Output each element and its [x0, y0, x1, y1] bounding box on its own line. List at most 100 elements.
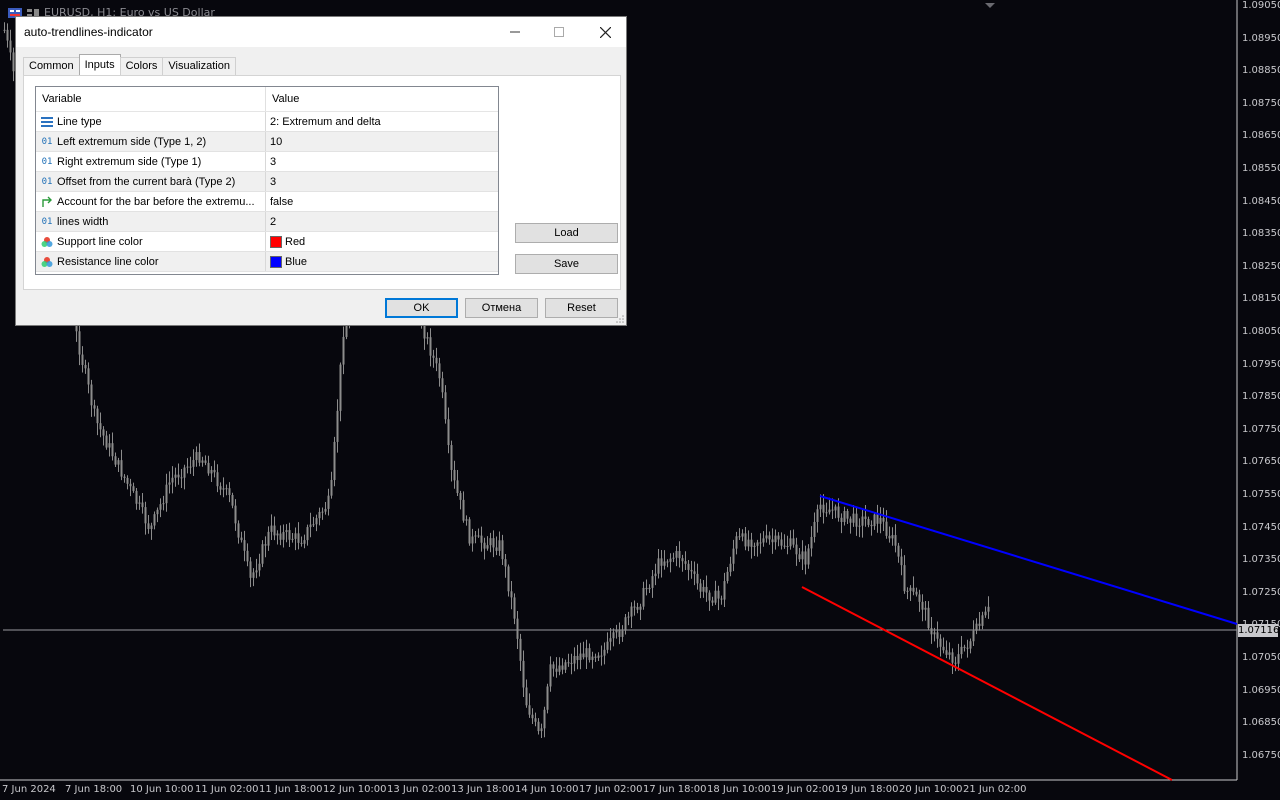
value-cell[interactable]: 2	[266, 212, 498, 231]
variable-name: Line type	[57, 115, 102, 128]
candle-body	[564, 662, 567, 670]
candle-body	[117, 460, 120, 465]
candle-body	[909, 587, 912, 591]
candle-body	[225, 488, 228, 490]
candle-body	[684, 561, 687, 564]
value-text: 2: Extremum and delta	[270, 115, 381, 128]
candle-body	[126, 477, 129, 484]
candle-body	[753, 545, 756, 547]
candle-body	[666, 561, 669, 563]
candle-body	[651, 576, 654, 588]
table-row[interactable]: Resistance line color Blue	[36, 252, 498, 272]
candle-body	[717, 590, 720, 599]
candle-body	[510, 591, 513, 598]
candle-body	[549, 664, 552, 687]
candle-body	[807, 548, 810, 565]
candle-body	[927, 607, 930, 629]
dialog-titlebar[interactable]: auto-trendlines-indicator	[16, 17, 626, 47]
candle-body	[849, 518, 852, 523]
resize-grip-icon[interactable]	[616, 315, 624, 323]
value-cell[interactable]: false	[266, 192, 498, 211]
tab-visualization[interactable]: Visualization	[162, 57, 236, 75]
save-button[interactable]: Save	[515, 254, 618, 274]
candle-body	[147, 523, 150, 530]
candle-body	[561, 665, 564, 670]
color-icon	[40, 255, 54, 269]
load-button[interactable]: Load	[515, 223, 618, 243]
value-cell[interactable]: 2: Extremum and delta	[266, 112, 498, 131]
candle-body	[174, 474, 177, 478]
candle-body	[714, 590, 717, 603]
value-cell[interactable]: 3	[266, 152, 498, 171]
table-row[interactable]: 01 lines width 2	[36, 212, 498, 232]
value-text: 2	[270, 215, 277, 228]
candle-body	[255, 570, 258, 573]
value-cell[interactable]: 10	[266, 132, 498, 151]
table-row[interactable]: 01 Offset from the current barà (Type 2) 3	[36, 172, 498, 192]
candle-body	[93, 405, 96, 409]
candle-body	[513, 597, 516, 619]
candle-body	[138, 502, 141, 504]
candle-body	[978, 623, 981, 626]
candle-body	[780, 539, 783, 546]
price-tick-label: 1.08250	[1242, 260, 1280, 272]
candle-body	[222, 488, 225, 490]
candle-body	[954, 662, 957, 664]
candle-body	[189, 466, 192, 468]
candle-body	[783, 545, 786, 547]
reset-button[interactable]: Reset	[545, 298, 618, 318]
table-row[interactable]: Line type 2: Extremum and delta	[36, 112, 498, 132]
variable-name: Account for the bar before the extremu..…	[57, 195, 255, 208]
time-tick-label: 19 Jun 18:00	[835, 784, 899, 795]
cancel-button[interactable]: Отмена	[465, 298, 538, 318]
candle-body	[291, 538, 294, 540]
resistance-trendline[interactable]	[819, 495, 1238, 625]
candle-body	[624, 617, 627, 631]
candle-body	[750, 539, 753, 547]
tab-inputs[interactable]: Inputs	[78, 54, 121, 75]
chart-shift-marker[interactable]	[985, 3, 995, 8]
value-cell[interactable]: Blue	[266, 252, 498, 271]
tab-common[interactable]: Common	[23, 57, 80, 75]
column-header-value[interactable]: Value	[266, 87, 498, 111]
variable-cell: 01 Offset from the current barà (Type 2)	[36, 172, 266, 191]
column-header-variable[interactable]: Variable	[36, 87, 266, 111]
value-text: 10	[270, 135, 283, 148]
candle-body	[426, 337, 429, 339]
integer-icon: 01	[41, 216, 53, 227]
candle-body	[321, 511, 324, 513]
table-row[interactable]: Account for the bar before the extremu..…	[36, 192, 498, 212]
variable-name: Offset from the current barà (Type 2)	[57, 175, 236, 188]
candle-body	[474, 535, 477, 537]
price-tick-label: 1.07750	[1242, 423, 1280, 435]
candle-body	[627, 616, 630, 618]
candle-body	[312, 524, 315, 526]
candle-body	[969, 641, 972, 649]
candle-body	[828, 509, 831, 513]
color-swatch	[270, 235, 282, 248]
ok-button[interactable]: OK	[385, 298, 458, 318]
candle-body	[342, 336, 345, 365]
candle-body	[81, 354, 84, 365]
close-button[interactable]	[582, 17, 628, 47]
candle-body	[459, 493, 462, 500]
value-cell[interactable]: 3	[266, 172, 498, 191]
candle-body	[723, 581, 726, 600]
table-row[interactable]: 01 Left extremum side (Type 1, 2) 10	[36, 132, 498, 152]
candle-body	[639, 606, 642, 610]
variable-cell: 01 Left extremum side (Type 1, 2)	[36, 132, 266, 151]
minimize-button[interactable]	[492, 17, 538, 47]
table-row[interactable]: Support line color Red	[36, 232, 498, 252]
candle-body	[756, 542, 759, 546]
tab-colors[interactable]: Colors	[119, 57, 164, 75]
support-trendline[interactable]	[801, 586, 1173, 781]
table-row[interactable]: 01 Right extremum side (Type 1) 3	[36, 152, 498, 172]
value-cell[interactable]: Red	[266, 232, 498, 251]
maximize-button[interactable]	[536, 17, 582, 47]
time-tick-label: 17 Jun 02:00	[579, 784, 643, 795]
time-tick-label: 11 Jun 18:00	[259, 784, 323, 795]
candle-body	[546, 686, 549, 710]
candle-body	[924, 607, 927, 610]
price-tick-label: 1.08950	[1242, 32, 1280, 44]
candle-body	[483, 542, 486, 549]
